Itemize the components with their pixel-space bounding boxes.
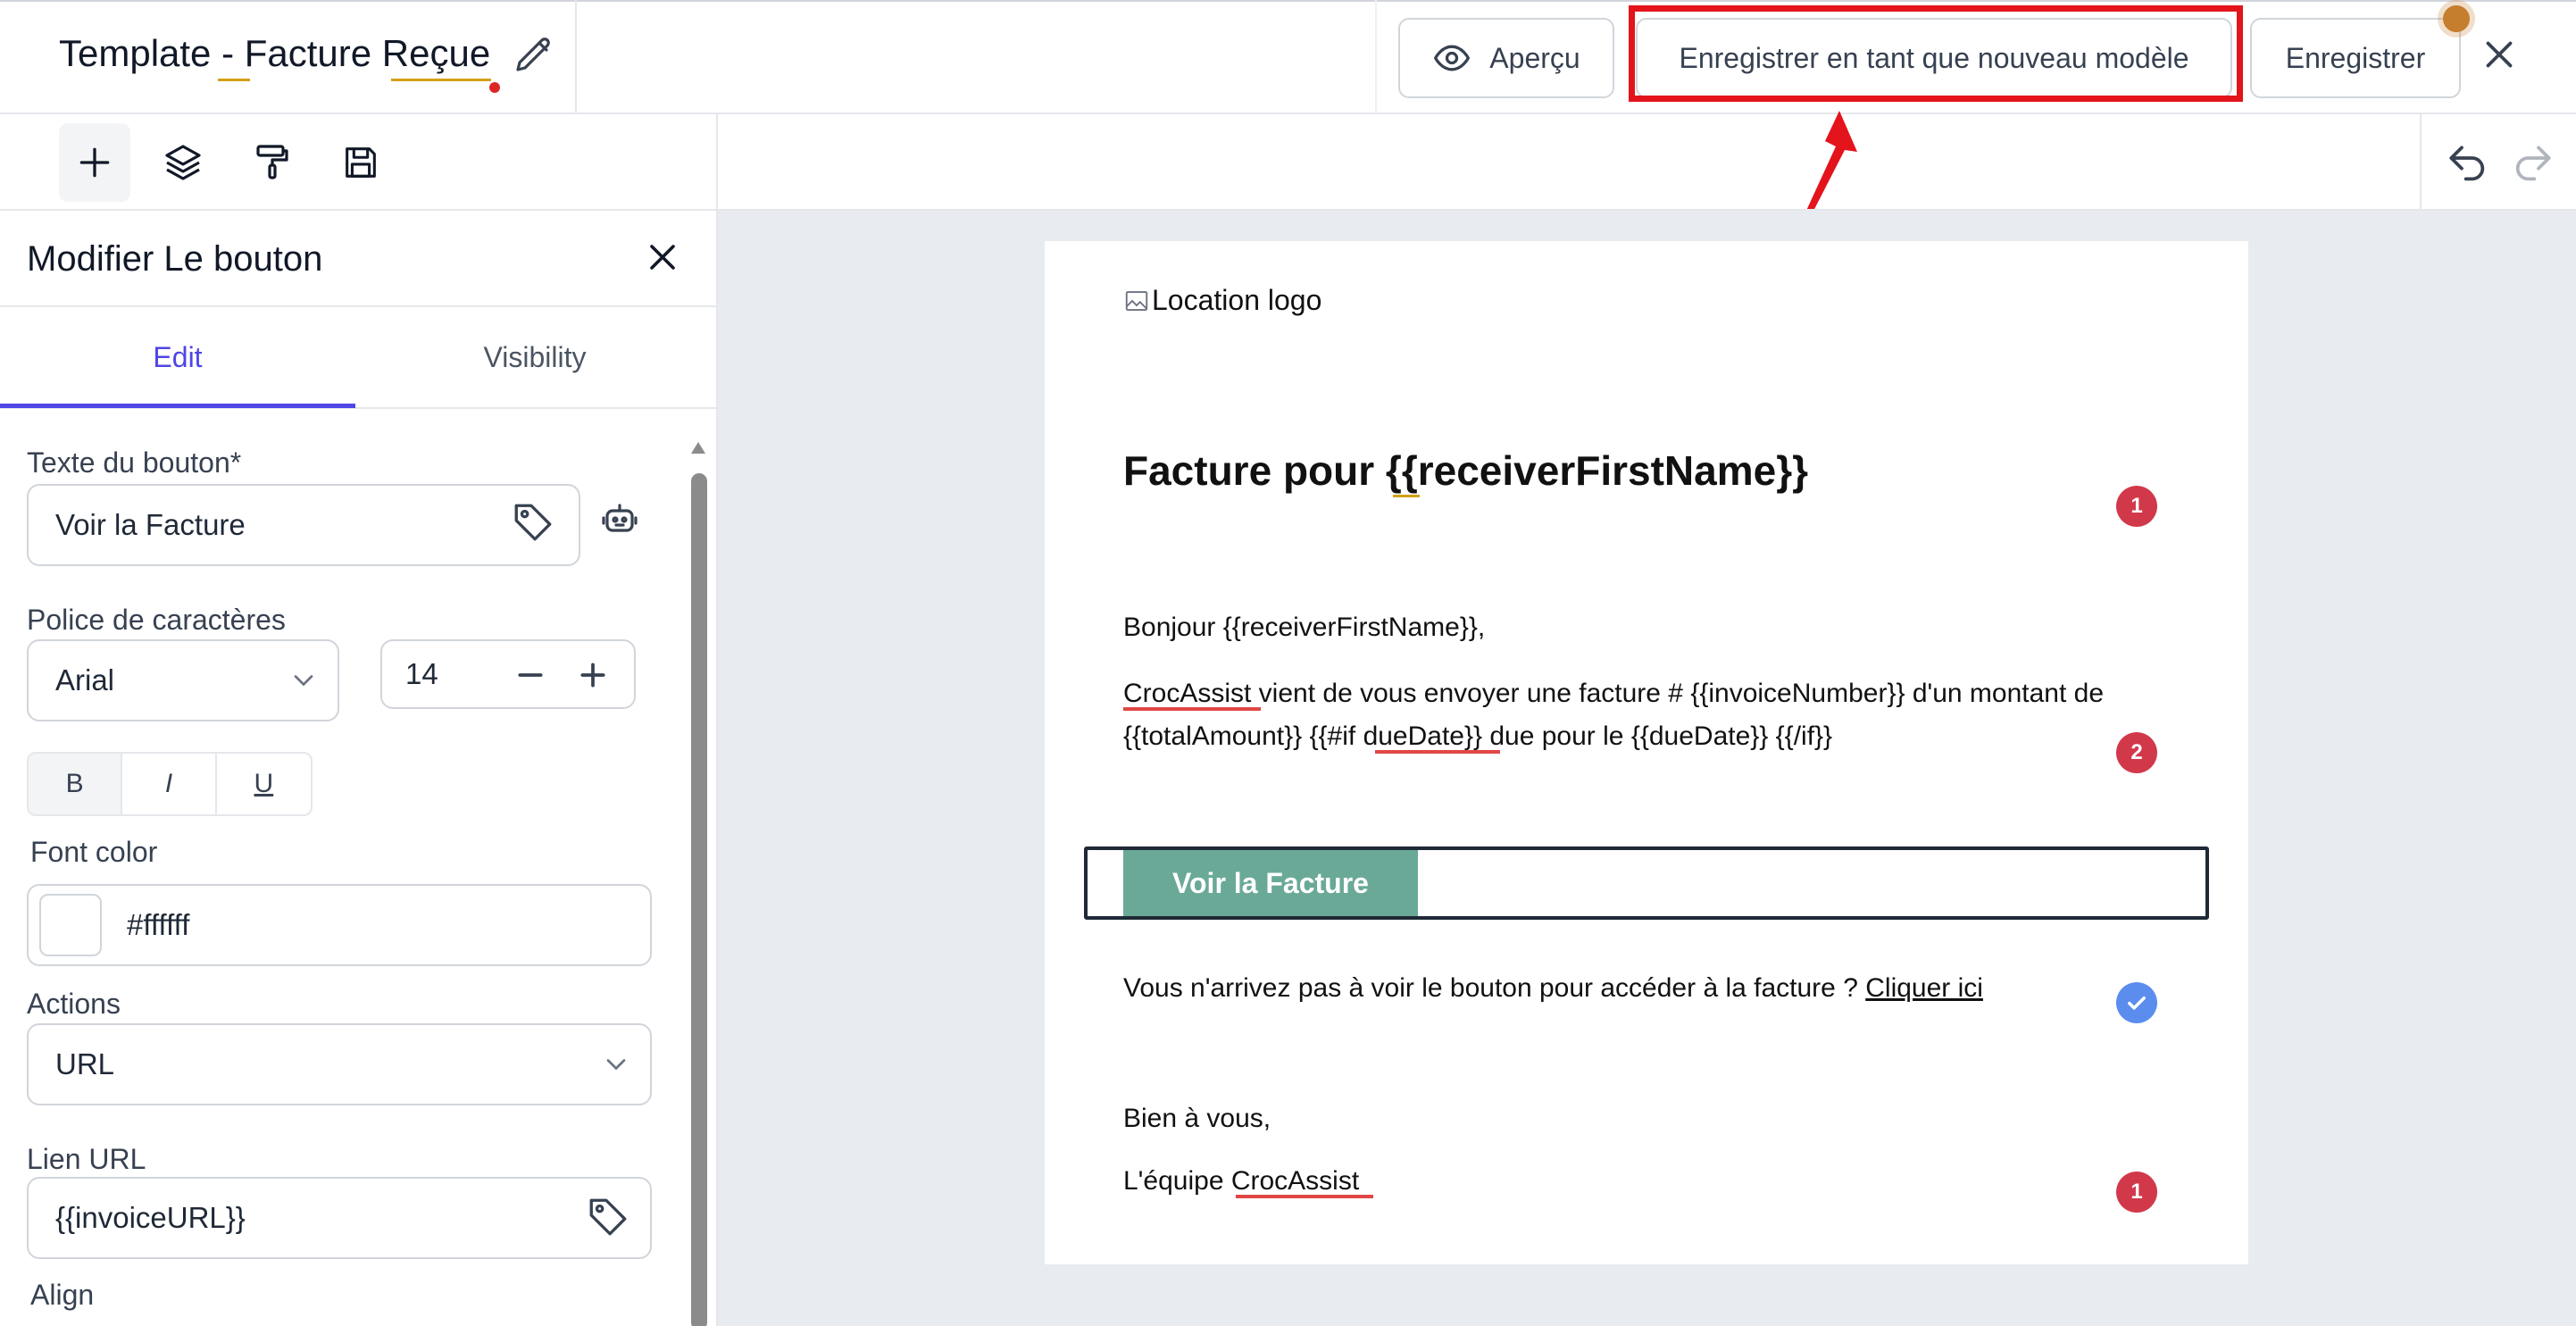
robot-icon[interactable] bbox=[598, 498, 641, 541]
active-tab-indicator bbox=[0, 404, 355, 408]
issue-badge[interactable]: 1 bbox=[2116, 1172, 2157, 1213]
minus-icon[interactable] bbox=[505, 650, 555, 700]
status-dot bbox=[2443, 5, 2470, 32]
email-heading[interactable]: Facture pour {{receiverFirstName}} bbox=[1123, 446, 1808, 495]
highlight-box bbox=[1629, 5, 2243, 102]
tab-visibility[interactable]: Visibility bbox=[357, 307, 713, 407]
tag-icon[interactable] bbox=[586, 1195, 630, 1239]
spellcheck-underline bbox=[1236, 1195, 1373, 1198]
eye-icon bbox=[1432, 38, 1471, 78]
url-value: {{invoiceURL}} bbox=[55, 1201, 246, 1234]
save-button-label: Enregistrer bbox=[2285, 41, 2426, 74]
url-input[interactable]: {{invoiceURL}} bbox=[27, 1177, 652, 1259]
spellcheck-underline bbox=[218, 79, 250, 81]
ok-badge[interactable] bbox=[2116, 982, 2157, 1023]
font-color-input[interactable]: #ffffff bbox=[27, 884, 652, 966]
fallback-message: Vous n'arrivez pas à voir le bouton pour… bbox=[1123, 973, 1858, 1003]
actions-label: Actions bbox=[27, 988, 121, 1020]
scroll-up-icon[interactable] bbox=[689, 439, 707, 457]
unsaved-indicator bbox=[489, 82, 500, 93]
plus-icon bbox=[75, 143, 114, 182]
redo-icon[interactable] bbox=[2507, 139, 2557, 189]
template-title[interactable]: Template - Facture Reçue bbox=[59, 32, 490, 75]
close-icon[interactable] bbox=[2477, 32, 2522, 77]
divider bbox=[2420, 114, 2422, 211]
button-text-label: Texte du bouton* bbox=[27, 446, 242, 479]
pencil-icon[interactable] bbox=[513, 34, 555, 77]
text-style-group: B I U bbox=[27, 752, 313, 816]
preview-button[interactable]: Aperçu bbox=[1398, 18, 1614, 98]
actions-select[interactable]: URL bbox=[27, 1023, 652, 1105]
preview-button-label: Aperçu bbox=[1489, 41, 1580, 74]
actions-value: URL bbox=[55, 1047, 115, 1080]
font-color-value: #ffffff bbox=[127, 908, 190, 941]
email-body-line[interactable]: {{totalAmount}} {{#if dueDate}} due pour… bbox=[1123, 721, 1832, 752]
tab-edit[interactable]: Edit bbox=[0, 307, 355, 407]
logo-alt-text: Location logo bbox=[1152, 284, 1322, 316]
canvas-toolbar bbox=[718, 114, 2576, 211]
underline-button[interactable]: U bbox=[217, 754, 311, 814]
font-label: Police de caractères bbox=[27, 604, 286, 636]
url-label: Lien URL bbox=[27, 1143, 146, 1175]
spellcheck-underline bbox=[1393, 495, 1420, 497]
layers-button[interactable] bbox=[147, 123, 219, 202]
styles-button[interactable] bbox=[237, 123, 308, 202]
fallback-link[interactable]: Cliquer ici bbox=[1865, 973, 1983, 1003]
panel-scrollbar[interactable] bbox=[691, 473, 707, 1326]
tag-icon[interactable] bbox=[511, 500, 555, 545]
chevron-down-icon bbox=[600, 1048, 632, 1080]
save-button[interactable]: Enregistrer bbox=[2250, 18, 2461, 98]
fallback-text[interactable]: Vous n'arrivez pas à voir le bouton pour… bbox=[1123, 973, 1983, 1004]
save-template-button[interactable] bbox=[325, 123, 396, 202]
font-value: Arial bbox=[55, 663, 115, 696]
image-icon bbox=[1123, 288, 1150, 314]
spellcheck-underline bbox=[391, 79, 491, 81]
font-size-value: 14 bbox=[405, 657, 438, 690]
paint-roller-icon bbox=[251, 141, 294, 184]
bold-button[interactable]: B bbox=[29, 754, 123, 814]
font-color-label: Font color bbox=[30, 836, 158, 868]
issue-badge[interactable]: 1 bbox=[2116, 486, 2157, 527]
email-cta-button[interactable]: Voir la Facture bbox=[1123, 850, 1418, 916]
email-signature[interactable]: L'équipe CrocAssist bbox=[1123, 1166, 1359, 1197]
layers-icon bbox=[162, 141, 204, 184]
plus-icon[interactable] bbox=[568, 650, 618, 700]
button-text-value: Voir la Facture bbox=[55, 508, 246, 541]
color-swatch[interactable] bbox=[39, 894, 102, 956]
undo-icon[interactable] bbox=[2443, 139, 2493, 189]
align-label: Align bbox=[30, 1279, 95, 1311]
issue-badge[interactable]: 2 bbox=[2116, 732, 2157, 773]
spellcheck-underline bbox=[1375, 750, 1500, 754]
add-element-button[interactable] bbox=[59, 123, 130, 202]
floppy-disk-icon bbox=[340, 142, 381, 183]
location-logo[interactable]: Location logo bbox=[1123, 284, 1321, 317]
email-body-line[interactable]: CrocAssist vient de vous envoyer une fac… bbox=[1123, 679, 2104, 709]
italic-button[interactable]: I bbox=[122, 754, 217, 814]
email-signoff[interactable]: Bien à vous, bbox=[1123, 1104, 1271, 1134]
close-icon[interactable] bbox=[641, 236, 684, 282]
chevron-down-icon bbox=[288, 664, 320, 696]
button-text-input[interactable]: Voir la Facture bbox=[27, 484, 580, 566]
divider bbox=[1375, 0, 1377, 114]
spellcheck-underline bbox=[1123, 707, 1261, 711]
panel-title: Modifier Le bouton bbox=[27, 239, 323, 279]
divider bbox=[575, 0, 577, 114]
email-greeting[interactable]: Bonjour {{receiverFirstName}}, bbox=[1123, 613, 1485, 643]
check-icon bbox=[2124, 990, 2149, 1015]
